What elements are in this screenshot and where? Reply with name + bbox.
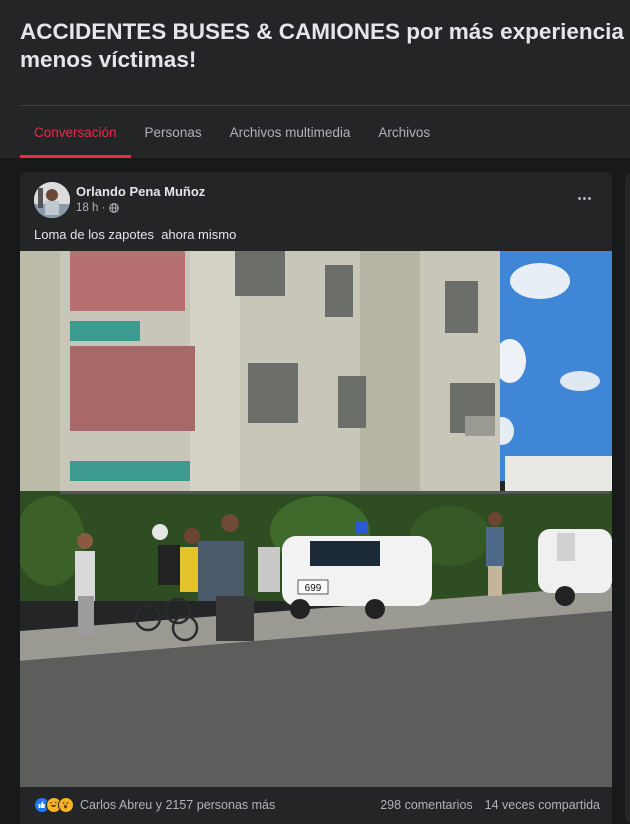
shares-count[interactable]: 14 veces compartida	[485, 798, 600, 812]
reaction-icons[interactable]	[34, 797, 74, 813]
globe-icon	[109, 203, 120, 213]
more-options-button[interactable]	[572, 186, 596, 210]
post-author[interactable]: Orlando Pena Muñoz	[76, 184, 205, 199]
car-plate-number: 699	[305, 583, 322, 594]
post-card: Orlando Pena Muñoz 18 h · Loma de los za…	[20, 172, 612, 824]
comments-count[interactable]: 298 comentarios	[380, 798, 472, 812]
post-stats: 298 comentarios 14 veces compartida	[380, 798, 600, 812]
tab-archivos[interactable]: Archivos	[364, 106, 444, 158]
post-footer: Carlos Abreu y 2157 personas más 298 com…	[34, 794, 600, 816]
group-tabs: Conversación Personas Archivos multimedi…	[20, 106, 444, 158]
tab-conversacion[interactable]: Conversación	[20, 106, 131, 158]
more-icon	[577, 196, 581, 200]
group-title: ACCIDENTES BUSES & CAMIONES por más expe…	[20, 19, 624, 72]
tab-archivos-multimedia[interactable]: Archivos multimedia	[216, 106, 365, 158]
post-photo[interactable]: 699	[20, 251, 612, 787]
post-text: Loma de los zapotes ahora mismo	[34, 227, 237, 242]
post-meta: 18 h ·	[76, 202, 120, 214]
post-time[interactable]: 18 h ·	[76, 202, 105, 214]
group-header: ACCIDENTES BUSES & CAMIONES por más expe…	[0, 0, 630, 158]
author-avatar[interactable]	[34, 182, 70, 218]
tab-personas[interactable]: Personas	[131, 106, 216, 158]
side-card	[625, 172, 630, 824]
wow-icon	[58, 797, 74, 813]
reactors-summary[interactable]: Carlos Abreu y 2157 personas más	[80, 798, 275, 812]
